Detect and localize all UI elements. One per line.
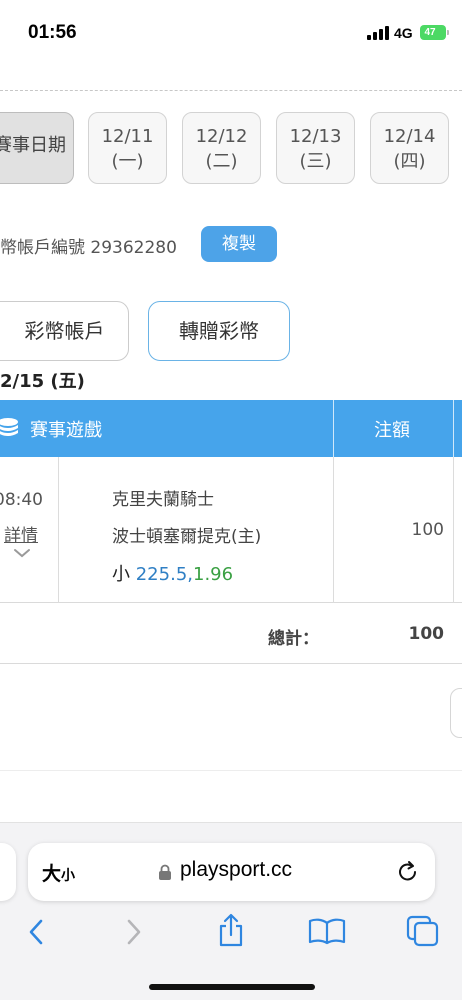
divider	[0, 770, 462, 771]
text-size-large: 大	[42, 863, 62, 885]
chevron-down-icon[interactable]	[13, 547, 31, 559]
table-row: 08:40 詳情 克里夫蘭騎士 波士頓塞爾提克(主) 小 225.5,1.96 …	[0, 457, 462, 603]
column-divider	[333, 457, 334, 603]
total-row: 總計： 100	[0, 603, 462, 664]
day-label: 2/15 (五)	[0, 371, 85, 392]
tab-event-date[interactable]: 賽事日期	[0, 112, 74, 184]
tab-date-1212[interactable]: 12/12 (二)	[182, 112, 261, 184]
account-number-row: 彩幣帳戶編號 29362280	[0, 233, 177, 258]
wallet-account-label: 彩幣帳戶	[24, 319, 105, 343]
network-label: 4G	[394, 25, 413, 41]
share-icon[interactable]	[216, 913, 246, 947]
tabs-icon[interactable]	[406, 915, 440, 947]
transfer-coins-label: 轉贈彩幣	[179, 319, 259, 343]
address-bar[interactable]: 大小 playsport.cc	[28, 843, 435, 901]
text-size-small: 小	[61, 868, 76, 884]
column-divider	[453, 457, 454, 603]
tab-weekday-label: (三)	[299, 151, 332, 172]
battery-icon: 47	[420, 25, 446, 40]
header-divider	[453, 400, 454, 457]
bet-amount: 100	[411, 520, 444, 540]
away-team: 克里夫蘭騎士	[112, 490, 214, 510]
game-time: 08:40	[0, 490, 43, 510]
bet-line: 225.5,	[135, 564, 193, 585]
tab-event-date-label: 賽事日期	[0, 135, 66, 156]
status-time: 01:56	[28, 22, 77, 43]
url-text: playsport.cc	[180, 858, 293, 881]
signal-icon	[367, 26, 389, 40]
home-indicator	[149, 984, 315, 990]
battery-cap	[447, 30, 449, 35]
divider	[0, 90, 462, 91]
bet-odds: 1.96	[193, 564, 234, 585]
browser-toolbar: 大小 playsport.cc	[0, 822, 462, 1000]
transfer-coins-button[interactable]: 轉贈彩幣	[148, 301, 290, 361]
header-divider	[333, 400, 334, 457]
home-team: 波士頓塞爾提克(主)	[112, 527, 262, 547]
tab-date-label: 12/11	[101, 126, 154, 147]
tab-weekday-label: (一)	[111, 151, 144, 172]
details-link[interactable]: 詳情	[4, 521, 38, 546]
account-number-label: 彩幣帳戶編號	[0, 238, 85, 258]
header-game: 賽事遊戲	[30, 420, 102, 441]
reload-icon[interactable]	[396, 859, 420, 885]
tab-weekday-label: (二)	[205, 151, 238, 172]
status-bar: 01:56 4G 47	[0, 0, 462, 64]
account-number-value: 29362280	[90, 238, 177, 258]
tab-date-1214[interactable]: 12/14 (四)	[370, 112, 449, 184]
coins-icon	[0, 418, 18, 436]
total-value: 100	[408, 624, 445, 644]
battery-level: 47	[424, 27, 436, 38]
wallet-account-button[interactable]: 彩幣帳戶	[0, 301, 129, 361]
bet-selection: 小 225.5,1.96	[112, 560, 233, 586]
bet-side: 小	[112, 564, 130, 585]
lock-icon	[159, 864, 171, 880]
forward-icon[interactable]	[124, 918, 144, 946]
previous-tab-pill[interactable]	[0, 843, 16, 901]
column-divider	[58, 457, 59, 603]
back-icon[interactable]	[26, 918, 46, 946]
tab-date-1211[interactable]: 12/11 (一)	[88, 112, 167, 184]
tab-date-label: 12/14	[383, 126, 436, 147]
tab-weekday-label: (四)	[393, 151, 426, 172]
tab-date-label: 12/12	[195, 126, 248, 147]
tab-date-1213[interactable]: 12/13 (三)	[276, 112, 355, 184]
scroll-edge-button[interactable]	[450, 688, 462, 738]
copy-button[interactable]: 複製	[201, 226, 277, 262]
tab-date-label: 12/13	[289, 126, 342, 147]
text-size-button[interactable]: 大小	[42, 859, 75, 886]
header-amount: 注額	[374, 420, 410, 441]
total-label: 總計：	[268, 629, 319, 649]
bookmarks-icon[interactable]	[308, 917, 346, 945]
table-header: 賽事遊戲 注額	[0, 400, 462, 457]
